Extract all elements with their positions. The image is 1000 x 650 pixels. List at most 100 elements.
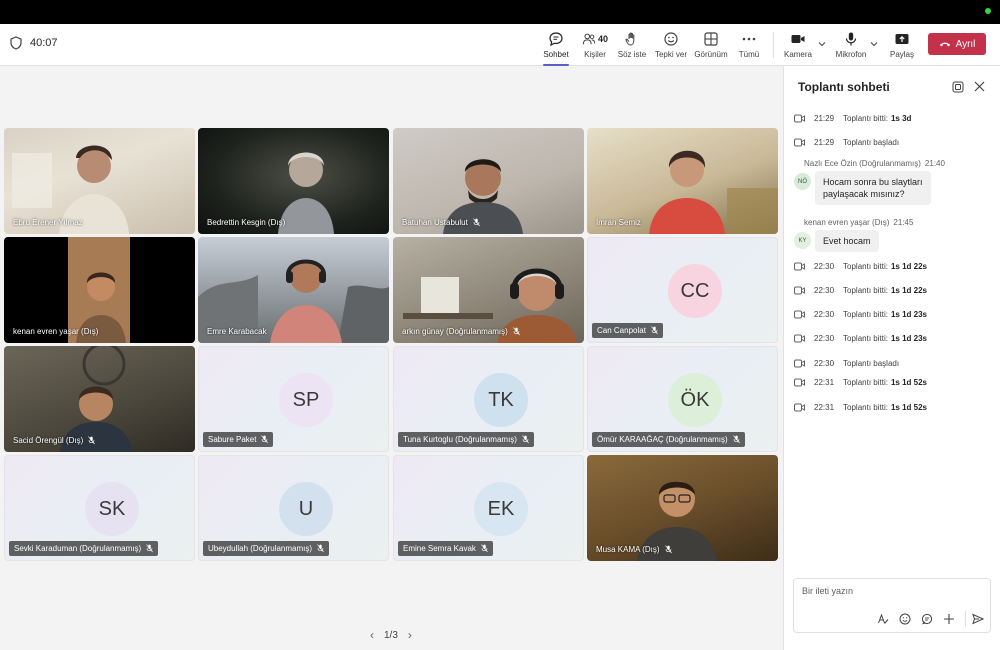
chat-message[interactable]: NÖ Hocam sonra bu slaytları paylaşacak m… <box>794 171 931 205</box>
avatar: U <box>279 482 333 536</box>
video-event-icon <box>794 114 805 123</box>
participant-nameplate: Ömür KARAAĞAÇ (Doğrulanmamış) <box>592 432 745 447</box>
participant-nameplate: Emine Semra Kavak <box>398 541 493 556</box>
mic-muted-icon <box>522 435 529 444</box>
participant-tile[interactable]: SP Sabure Paket <box>198 346 389 452</box>
mic-button[interactable]: Mikrofon <box>833 28 869 64</box>
chat-icon <box>549 32 563 47</box>
participant-nameplate: Ebru Erener Yılmaz <box>13 218 83 227</box>
video-event-icon <box>794 286 805 295</box>
participant-nameplate: Tuna Kurtoglu (Doğrulanmamış) <box>398 432 534 447</box>
participant-tile[interactable]: kenan evren yaşar (Dış) <box>4 237 195 343</box>
close-icon[interactable] <box>974 81 985 92</box>
more-button[interactable]: Tümü <box>735 28 763 64</box>
people-label: Kişiler <box>584 50 606 59</box>
video-stage: Ebru Erener Yılmaz Bedrettin Kesgin (Dış… <box>0 66 783 650</box>
video-event-icon <box>794 359 805 368</box>
meeting-timer: 40:07 <box>10 36 58 50</box>
emoji-icon[interactable] <box>899 613 911 625</box>
chat-message[interactable]: KY Evet hocam <box>794 230 879 252</box>
mic-muted-icon <box>261 435 269 444</box>
microphone-icon <box>845 32 857 46</box>
video-camera-icon <box>791 35 805 43</box>
mic-muted-icon <box>512 327 520 336</box>
avatar: NÖ <box>794 173 811 190</box>
participant-tile[interactable]: SK Sevki Karaduman (Doğrulanmamış) <box>4 455 195 561</box>
system-event: 22:30 Toplantı bitti: 1s 1d 22s <box>794 262 927 271</box>
avatar: KY <box>794 232 811 249</box>
leave-button[interactable]: Ayrıl <box>928 33 986 55</box>
participant-nameplate: kenan evren yaşar (Dış) <box>13 327 99 336</box>
participant-tile[interactable]: Musa KAMA (Dış) <box>587 455 778 561</box>
participant-nameplate: İmran Semiz <box>596 218 641 227</box>
participant-tile[interactable]: Batuhan Ustabulut <box>393 128 584 234</box>
participant-grid: Ebru Erener Yılmaz Bedrettin Kesgin (Dış… <box>4 128 779 564</box>
message-header: Nazlı Ece Özin (Doğrulanmamış) 21:40 <box>804 159 945 168</box>
video-event-icon <box>794 138 805 147</box>
plus-icon[interactable] <box>943 613 955 625</box>
send-icon[interactable] <box>972 613 984 625</box>
participant-nameplate: Sabure Paket <box>203 432 274 447</box>
system-event: 22:30 Toplantı bitti: 1s 1d 22s <box>794 286 927 295</box>
system-event: 22:31 Toplantı bitti: 1s 1d 52s <box>794 403 927 412</box>
participant-tile[interactable]: EK Emine Semra Kavak <box>393 455 584 561</box>
participant-nameplate: Batuhan Ustabulut <box>397 215 485 230</box>
video-event-icon <box>794 262 805 271</box>
loop-component-icon[interactable] <box>921 613 933 625</box>
participant-tile[interactable]: CC Can Canpolat <box>587 237 778 343</box>
mic-options-chevron-down-icon[interactable] <box>870 40 878 48</box>
participant-tile[interactable]: Ebru Erener Yılmaz <box>4 128 195 234</box>
avatar: EK <box>474 482 528 536</box>
view-button[interactable]: Görünüm <box>693 28 729 64</box>
raise-hand-button[interactable]: Söz iste <box>616 28 648 64</box>
system-event: 21:29 Toplantı başladı <box>794 138 899 147</box>
people-button[interactable]: 40 Kişiler <box>580 28 610 64</box>
raise-hand-label: Söz iste <box>617 50 647 59</box>
people-icon <box>582 33 596 45</box>
participant-nameplate: Musa KAMA (Dış) <box>591 542 677 557</box>
message-bubble: Evet hocam <box>815 230 879 252</box>
avatar: CC <box>668 264 722 318</box>
camera-indicator <box>985 8 991 14</box>
message-bubble: Hocam sonra bu slaytları paylaşacak mısı… <box>815 171 931 205</box>
people-count: 40 <box>597 34 608 44</box>
chat-button[interactable]: Sohbet <box>541 28 571 66</box>
avatar: SK <box>85 482 139 536</box>
more-dots-icon <box>742 37 756 41</box>
avatar: ÖK <box>668 373 722 427</box>
react-label: Tepki ver <box>654 50 687 59</box>
share-screen-icon <box>895 34 909 44</box>
format-text-icon[interactable] <box>877 613 889 625</box>
participant-tile[interactable]: arkın günay (Doğrulanmamış) <box>393 237 584 343</box>
page-indicator: 1/3 <box>384 629 398 641</box>
participant-tile[interactable]: Sacid Örengül (Dış) <box>4 346 195 452</box>
toolbar-divider <box>773 32 774 58</box>
message-input[interactable] <box>802 586 982 596</box>
share-button[interactable]: Paylaş <box>888 28 916 64</box>
participant-tile[interactable]: ÖK Ömür KARAAĞAÇ (Doğrulanmamış) <box>587 346 778 452</box>
mic-label: Mikrofon <box>835 50 867 59</box>
share-label: Paylaş <box>889 50 914 59</box>
react-button[interactable]: Tepki ver <box>653 28 689 64</box>
next-page-chevron-right-icon[interactable]: › <box>408 628 412 642</box>
chat-label: Sohbet <box>543 50 569 59</box>
gallery-pager: ‹ 1/3 › <box>370 628 412 642</box>
participant-nameplate: Emre Karabacak <box>207 327 267 336</box>
camera-options-chevron-down-icon[interactable] <box>818 40 826 48</box>
participant-tile[interactable]: İmran Semiz <box>587 128 778 234</box>
participant-tile[interactable]: Bedrettin Kesgin (Dış) <box>198 128 389 234</box>
participant-tile[interactable]: U Ubeydullah (Doğrulanmamış) <box>198 455 389 561</box>
mic-muted-icon <box>317 544 324 553</box>
participant-nameplate: Sevki Karaduman (Doğrulanmamış) <box>9 541 159 556</box>
message-header: kenan evren yaşar (Dış) 21:45 <box>804 218 914 227</box>
system-event: 22:31 Toplantı bitti: 1s 1d 52s <box>794 378 927 387</box>
participant-tile[interactable]: Emre Karabacak <box>198 237 389 343</box>
previous-page-chevron-left-icon[interactable]: ‹ <box>370 628 374 642</box>
video-event-icon <box>794 310 805 319</box>
camera-button[interactable]: Kamera <box>783 28 813 64</box>
mic-muted-icon <box>88 436 96 445</box>
system-event: 22:30 Toplantı bitti: 1s 1d 23s <box>794 310 927 319</box>
participant-tile[interactable]: TK Tuna Kurtoglu (Doğrulanmamış) <box>393 346 584 452</box>
system-event: 21:29 Toplantı bitti: 1s 3d <box>794 114 911 123</box>
pop-out-icon[interactable] <box>952 81 964 93</box>
